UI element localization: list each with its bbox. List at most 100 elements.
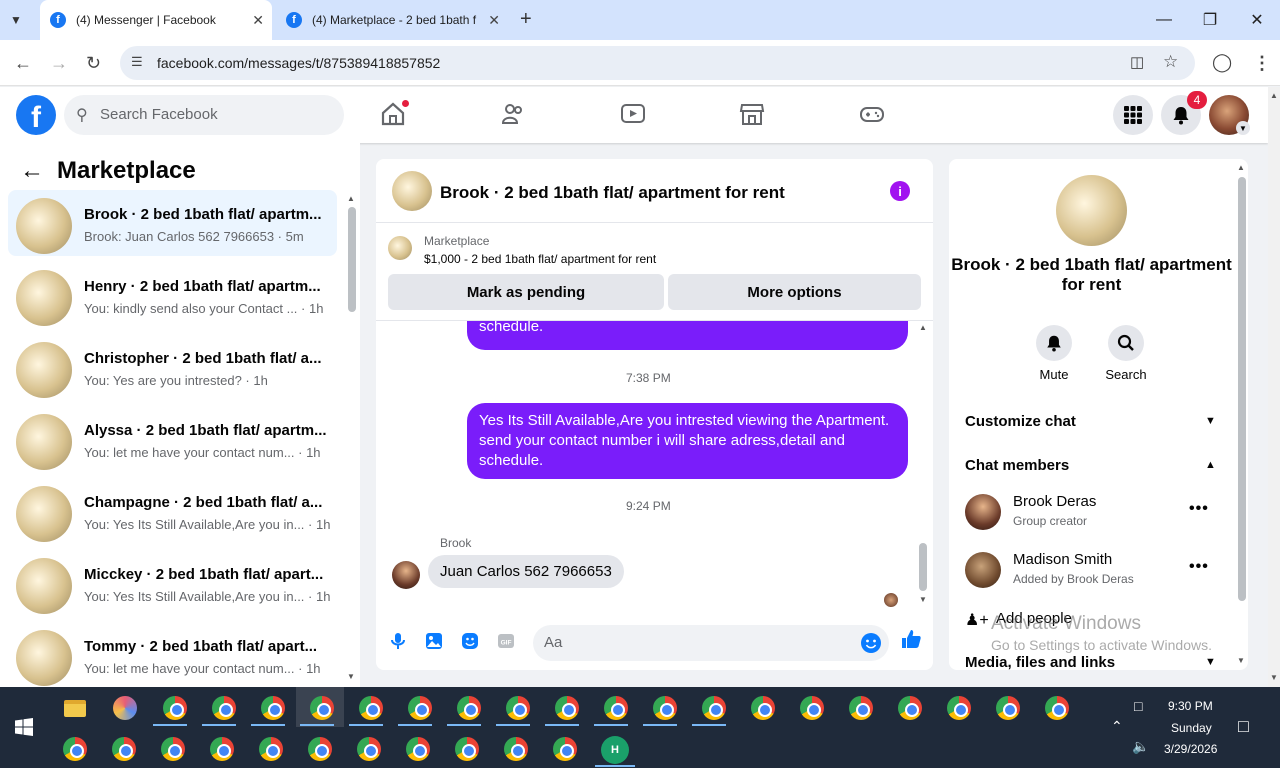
thumbs-up-icon[interactable] — [900, 628, 922, 650]
details-scrollbar-thumb[interactable] — [1238, 177, 1246, 601]
chrome-taskbar-icon[interactable] — [406, 737, 430, 761]
member-row[interactable]: Madison Smith Added by Brook Deras ••• — [965, 548, 1225, 592]
listing-thumbnail[interactable] — [388, 236, 412, 260]
clock-day[interactable]: Sunday — [1171, 721, 1212, 735]
chrome-taskbar-icon[interactable] — [210, 737, 234, 761]
chat-avatar[interactable] — [392, 171, 432, 211]
details-scroll-up-icon[interactable]: ▲ — [1237, 163, 1245, 172]
notification-center-icon[interactable]: □ — [1238, 716, 1249, 737]
close-window-button[interactable]: ✕ — [1234, 0, 1280, 40]
chrome-taskbar-icon[interactable] — [408, 696, 432, 720]
page-scroll-up-icon[interactable]: ▲ — [1270, 91, 1278, 100]
chrome-taskbar-icon[interactable] — [800, 696, 824, 720]
chrome-taskbar-icon[interactable] — [555, 696, 579, 720]
conversation-item[interactable]: Brook · 2 bed 1bath flat/ apartm... Brook… — [8, 190, 337, 256]
sticker-icon[interactable] — [460, 631, 480, 651]
add-person-icon[interactable]: ♟+ — [965, 610, 989, 630]
marketplace-icon[interactable] — [739, 101, 765, 127]
chrome-taskbar-icon[interactable] — [112, 737, 136, 761]
gif-icon[interactable]: GIF — [496, 631, 516, 651]
chrome-taskbar-icon[interactable] — [357, 737, 381, 761]
conversation-item[interactable]: Champagne · 2 bed 1bath flat/ a... You: Y… — [8, 478, 337, 544]
menu-grid-button[interactable] — [1113, 95, 1153, 135]
chrome-taskbar-icon[interactable] — [898, 696, 922, 720]
chrome-taskbar-icon[interactable] — [261, 696, 285, 720]
back-icon[interactable]: ← — [14, 53, 32, 74]
gaming-icon[interactable] — [859, 101, 885, 127]
more-icon[interactable]: ••• — [1189, 500, 1209, 518]
chrome-taskbar-icon[interactable] — [455, 737, 479, 761]
forward-icon[interactable]: → — [50, 53, 68, 74]
thread-scrollbar-thumb[interactable] — [919, 543, 927, 591]
more-icon[interactable]: ••• — [1189, 558, 1209, 576]
photo-icon[interactable] — [424, 631, 444, 651]
sidebar-scroll-down-icon[interactable]: ▼ — [347, 672, 355, 681]
site-info-icon[interactable]: ☰ — [131, 54, 143, 70]
clock-time[interactable]: 9:30 PM — [1168, 699, 1213, 713]
search-action[interactable]: Search — [1091, 325, 1161, 382]
sidebar-scroll-up-icon[interactable]: ▲ — [347, 194, 355, 203]
info-icon[interactable]: i — [890, 181, 910, 201]
conversation-item[interactable]: Alyssa · 2 bed 1bath flat/ apartm... You:… — [8, 406, 337, 472]
microphone-icon[interactable] — [388, 631, 408, 651]
tab-messenger[interactable]: f (4) Messenger | Facebook ✕ — [40, 0, 272, 40]
chrome-taskbar-icon[interactable] — [506, 696, 530, 720]
chrome-taskbar-icon[interactable] — [308, 737, 332, 761]
reload-icon[interactable]: ↻ — [86, 53, 101, 74]
more-options-button[interactable]: More options — [668, 274, 921, 310]
page-scroll-down-icon[interactable]: ▼ — [1270, 673, 1278, 682]
details-avatar[interactable] — [1056, 175, 1127, 246]
bookmark-star-icon[interactable]: ☆ — [1163, 52, 1178, 72]
chat-title[interactable]: Brook · 2 bed 1bath flat/ apartment for … — [440, 183, 785, 203]
mute-action[interactable]: Mute — [1019, 325, 1089, 382]
facebook-logo[interactable]: f — [16, 95, 56, 135]
chrome-taskbar-icon[interactable] — [212, 696, 236, 720]
tray-chevron-up-icon[interactable]: ⌃ — [1111, 718, 1123, 735]
chrome-taskbar-icon[interactable] — [504, 737, 528, 761]
chrome-taskbar-icon[interactable] — [63, 737, 87, 761]
restore-button[interactable]: ❐ — [1187, 0, 1233, 40]
profile-icon[interactable]: ◯ — [1212, 52, 1232, 73]
back-arrow-icon[interactable]: ← — [20, 157, 44, 185]
chrome-taskbar-icon[interactable] — [849, 696, 873, 720]
thread-scroll-up-icon[interactable]: ▲ — [919, 323, 927, 332]
clock-date[interactable]: 3/29/2026 — [1164, 742, 1217, 756]
close-tab-icon[interactable]: ✕ — [252, 12, 264, 29]
chrome-taskbar-icon[interactable] — [163, 696, 187, 720]
tab-marketplace[interactable]: f (4) Marketplace - 2 bed 1bath f ✕ — [276, 0, 508, 40]
chrome-taskbar-icon[interactable] — [1045, 696, 1069, 720]
conversation-item[interactable]: Christopher · 2 bed 1bath flat/ a... You:… — [8, 334, 337, 400]
chrome-taskbar-icon[interactable] — [996, 696, 1020, 720]
details-scroll-down-icon[interactable]: ▼ — [1237, 656, 1245, 665]
media-files-section[interactable]: Media, files and links — [965, 654, 1115, 670]
chevron-down-icon[interactable]: ▼ — [1205, 415, 1216, 427]
friends-icon[interactable] — [500, 101, 526, 127]
chrome-taskbar-icon[interactable] — [604, 696, 628, 720]
network-icon[interactable]: □ — [1134, 698, 1142, 714]
tab-search-dropdown[interactable]: ▼ — [10, 13, 22, 27]
close-tab-icon[interactable]: ✕ — [488, 12, 500, 29]
search-input[interactable]: ⚲ Search Facebook — [64, 95, 344, 135]
conversation-item[interactable]: Henry · 2 bed 1bath flat/ apartm... You: … — [8, 262, 337, 328]
chrome-taskbar-icon[interactable] — [259, 737, 283, 761]
menu-kebab-icon[interactable]: ⋮ — [1253, 53, 1271, 74]
chat-members-section[interactable]: Chat members — [965, 457, 1069, 474]
conversation-item[interactable]: Tommy · 2 bed 1bath flat/ apart... You: l… — [8, 622, 337, 687]
thread-scroll-down-icon[interactable]: ▼ — [919, 595, 927, 604]
sidebar-scrollbar-thumb[interactable] — [348, 207, 356, 312]
chevron-down-icon[interactable]: ▼ — [1205, 656, 1216, 668]
volume-icon[interactable]: 🔈 — [1132, 738, 1149, 755]
message-input[interactable]: Aa — [533, 625, 889, 661]
chrome-taskbar-icon[interactable] — [457, 696, 481, 720]
chrome-taskbar-icon[interactable] — [553, 737, 577, 761]
member-row[interactable]: Brook Deras Group creator ••• — [965, 490, 1225, 534]
new-tab-button[interactable]: + — [520, 8, 532, 31]
chrome-taskbar-icon[interactable] — [359, 696, 383, 720]
customize-chat-section[interactable]: Customize chat — [965, 413, 1076, 430]
file-explorer-icon[interactable] — [64, 700, 86, 717]
url-field[interactable]: ☰ facebook.com/messages/t/87538941885785… — [120, 46, 1195, 80]
chrome-taskbar-icon[interactable] — [653, 696, 677, 720]
mark-as-pending-button[interactable]: Mark as pending — [388, 274, 664, 310]
chrome-taskbar-icon[interactable] — [702, 696, 726, 720]
sender-avatar[interactable] — [392, 561, 420, 589]
